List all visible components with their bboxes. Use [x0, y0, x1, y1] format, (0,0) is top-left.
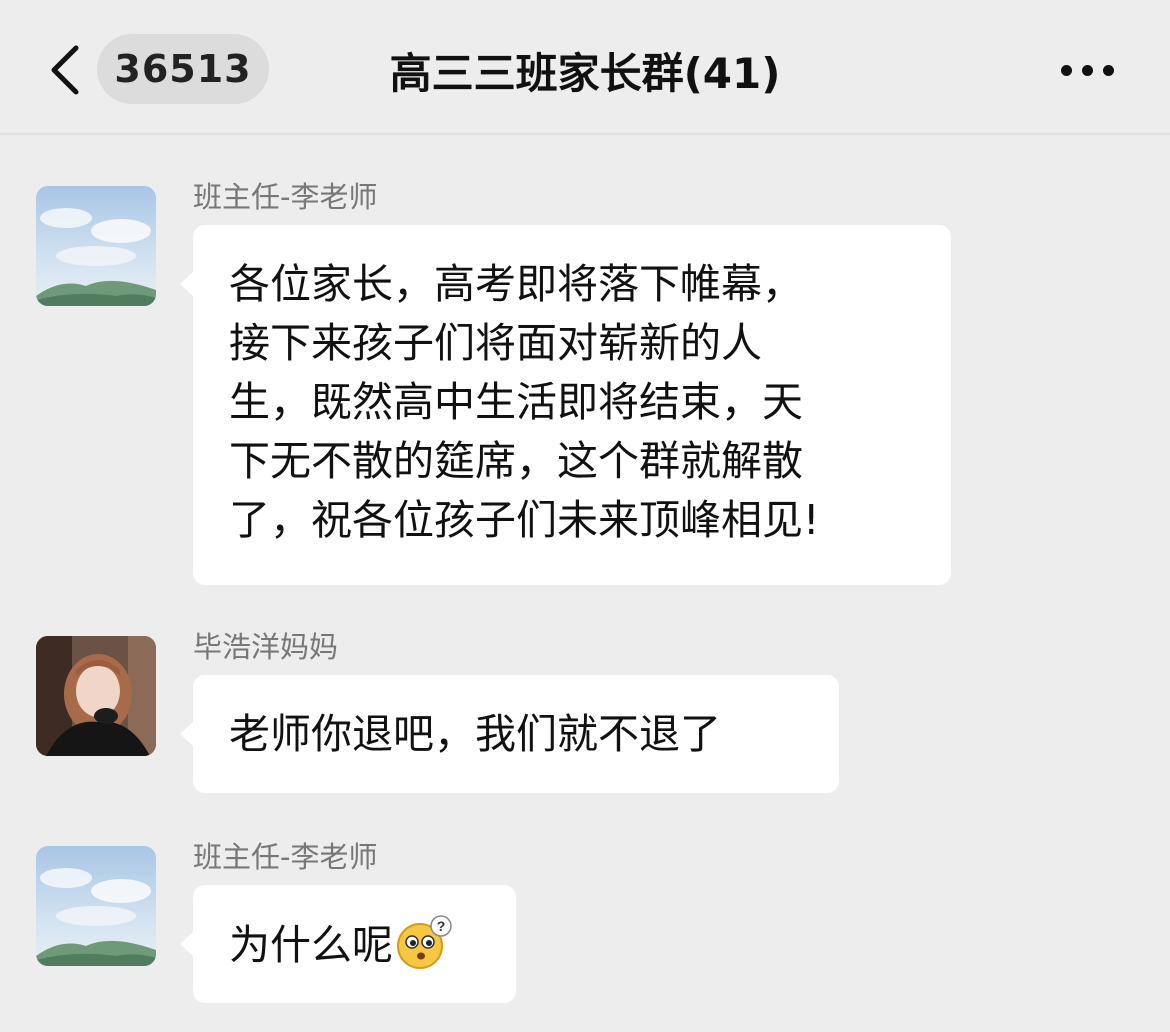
- chat-header: 36513 高三三班家长群(41): [0, 0, 1170, 135]
- message-line: 接下来孩子们将面对崭新的人: [229, 319, 762, 367]
- woman-portrait-avatar[interactable]: [36, 636, 156, 756]
- chevron-left-icon: [51, 45, 79, 95]
- message-bubble[interactable]: 各位家长，高考即将落下帷幕， 接下来孩子们将面对崭新的人 生，既然高中生活即将结…: [180, 225, 951, 585]
- unread-count-badge[interactable]: 36513: [97, 34, 269, 104]
- message-line: 各位家长，高考即将落下帷幕，: [229, 260, 803, 308]
- more-dot-icon: [1103, 64, 1114, 76]
- sender-name: 班主任-李老师: [193, 180, 378, 214]
- sky-landscape-avatar[interactable]: [36, 186, 156, 306]
- message-line: 了，祝各位孩子们未来顶峰相见!: [229, 496, 820, 544]
- more-options-button[interactable]: [1050, 50, 1125, 90]
- confused-face-emoji-icon: ?: [395, 915, 453, 987]
- message-text: 老师你退吧，我们就不退了: [229, 710, 721, 758]
- message-bubble[interactable]: 老师你退吧，我们就不退了: [180, 675, 839, 793]
- svg-text:?: ?: [437, 918, 446, 934]
- sky-landscape-avatar[interactable]: [36, 846, 156, 966]
- message-line: 下无不散的筵席，这个群就解散: [229, 437, 803, 485]
- more-dot-icon: [1082, 64, 1093, 76]
- more-dot-icon: [1061, 64, 1072, 76]
- message-text: 为什么呢: [229, 921, 393, 969]
- message-bubble[interactable]: 为什么呢 ?: [180, 885, 516, 1003]
- chat-title: 高三三班家长群(41): [389, 48, 781, 98]
- message-line: 生，既然高中生活即将结束，天: [229, 378, 803, 426]
- back-button[interactable]: [40, 38, 90, 102]
- sender-name: 毕浩洋妈妈: [193, 630, 339, 664]
- sender-name: 班主任-李老师: [193, 840, 378, 874]
